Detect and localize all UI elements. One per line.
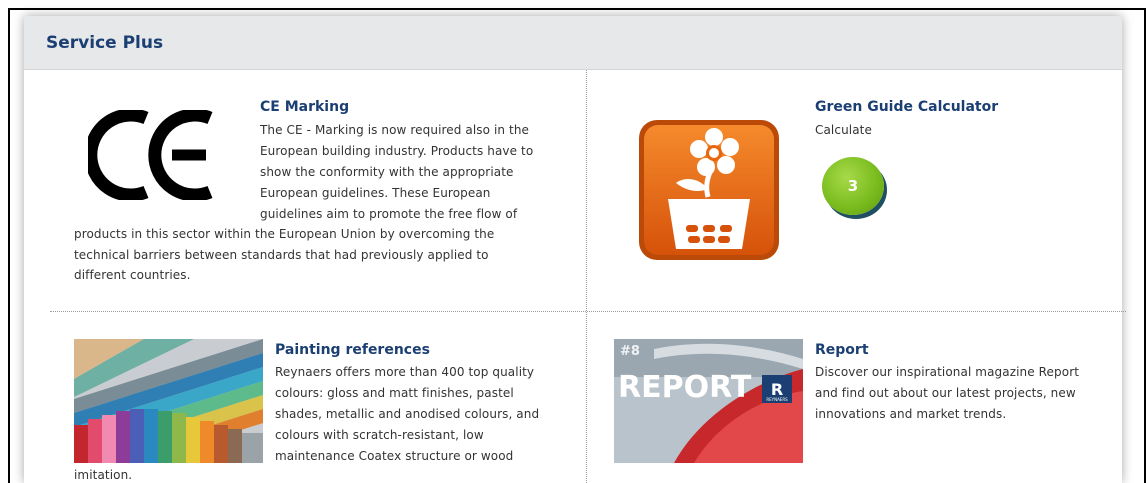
flower-pot-calculator-icon[interactable] <box>636 117 782 263</box>
ce-text-line: different countries. <box>74 268 191 282</box>
painting-text-line: colours: gloss and matt finishes, pastel <box>275 386 514 400</box>
cover-brand-label: REYNAERS <box>766 397 788 402</box>
panel-header: Service Plus <box>24 16 1122 70</box>
report-link[interactable]: Report <box>815 342 869 358</box>
horizontal-divider <box>50 311 1126 312</box>
report-text-line: Discover our inspirational magazine Repo… <box>815 365 1080 379</box>
painting-text-line: imitation. <box>74 468 133 482</box>
ce-text-line: products in this sector within the Europ… <box>74 227 495 241</box>
ce-marking-link[interactable]: CE Marking <box>260 99 349 115</box>
ce-text-line: technical barriers between standards tha… <box>74 248 489 262</box>
ce-text-line: European guidelines. These European <box>260 186 491 200</box>
painting-text-line: shades, metallic and anodised colours, a… <box>275 407 540 421</box>
cover-issue-label: #8 <box>620 344 640 359</box>
green-guide-calculator-link[interactable]: Green Guide Calculator <box>815 99 998 115</box>
painting-references-link[interactable]: Painting references <box>275 342 430 358</box>
report-text-line: innovations and market trends. <box>815 407 1007 421</box>
ce-logo <box>88 110 213 200</box>
report-magazine-cover-image: #8 REPORT R REYNAERS <box>614 339 803 463</box>
step-number-badge: 3 <box>822 157 884 215</box>
colour-swatch-fan-image <box>74 339 263 463</box>
vertical-divider <box>586 70 587 483</box>
page-title: Service Plus <box>46 33 164 53</box>
cover-title-label: REPORT <box>618 370 752 405</box>
ce-text-line: The CE - Marking is now required also in… <box>260 123 530 137</box>
ce-text-line: show the conformity with the appropriate <box>260 165 514 179</box>
report-text-line: and find out about our latest projects, … <box>815 386 1076 400</box>
painting-text-line: colours with scratch-resistant, low <box>275 428 484 442</box>
painting-text-line: Reynaers offers more than 400 top qualit… <box>275 365 535 379</box>
painting-text-line: maintenance Coatex structure or wood <box>275 449 514 463</box>
calculate-link[interactable]: Calculate <box>815 123 872 137</box>
ce-text-line: guidelines aim to promote the free flow … <box>260 207 518 221</box>
ce-text-line: European building industry. Products hav… <box>260 144 534 158</box>
